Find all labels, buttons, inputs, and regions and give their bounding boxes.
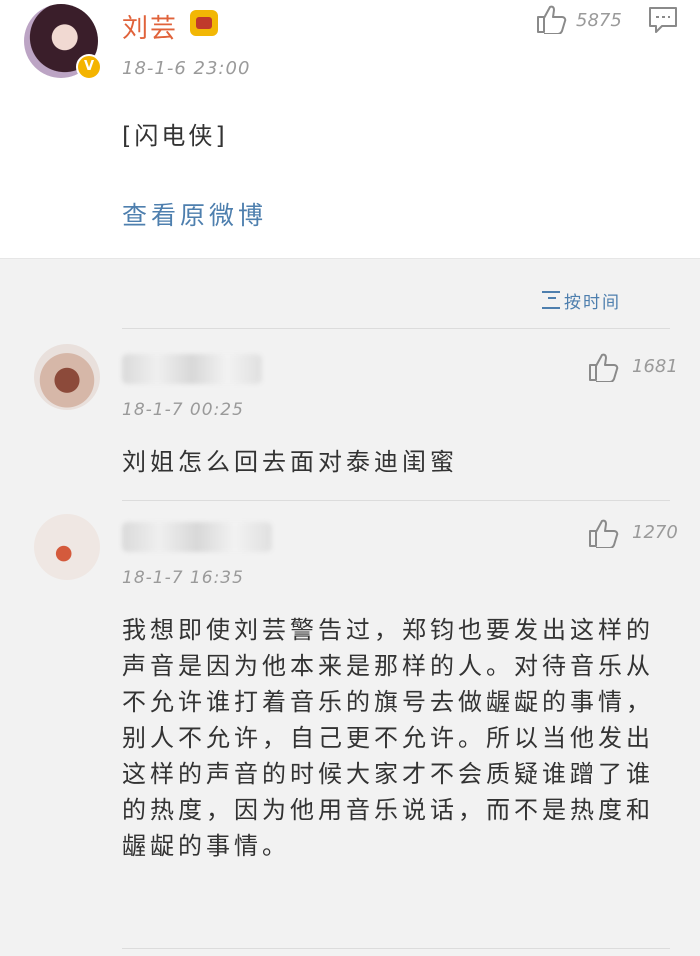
- commenter-avatar[interactable]: [34, 344, 100, 410]
- comment-time: 18-1-7 00:25: [122, 400, 244, 420]
- like-count: 1270: [632, 522, 678, 543]
- divider: [122, 948, 670, 949]
- like-count: 5875: [576, 10, 622, 31]
- crown-icon: [190, 10, 218, 36]
- commenter-name-blurred[interactable]: [122, 522, 272, 552]
- like-count: 1681: [632, 356, 678, 377]
- like-icon[interactable]: [588, 352, 620, 386]
- comment-text: 刘姐怎么回去面对泰迪闺蜜: [122, 448, 458, 476]
- sort-icon: [542, 291, 560, 309]
- verified-badge-icon: V: [76, 54, 102, 80]
- divider: [122, 500, 670, 501]
- commenter-name-blurred[interactable]: [122, 354, 262, 384]
- divider: [122, 328, 670, 329]
- post-time: 18-1-6 23:00: [122, 58, 251, 79]
- original-post: V 刘芸 18-1-6 23:00 5875 [闪电侠] 查看原微博: [0, 0, 700, 259]
- comment-icon[interactable]: [648, 6, 678, 34]
- commenter-avatar[interactable]: [34, 514, 100, 580]
- sort-label: 按时间: [564, 293, 621, 313]
- comment-text: 我想即使刘芸警告过，郑钧也要发出这样的声音是因为他本来是那样的人。对待音乐从不允…: [122, 616, 654, 860]
- view-original-link[interactable]: 查看原微博: [122, 196, 267, 232]
- comment-time: 18-1-7 16:35: [122, 568, 244, 588]
- post-content: [闪电侠]: [122, 122, 228, 150]
- like-icon[interactable]: [588, 518, 620, 552]
- sort-by-time-button[interactable]: 按时间: [542, 288, 621, 313]
- author-name[interactable]: 刘芸: [122, 8, 178, 45]
- like-icon[interactable]: [536, 4, 568, 34]
